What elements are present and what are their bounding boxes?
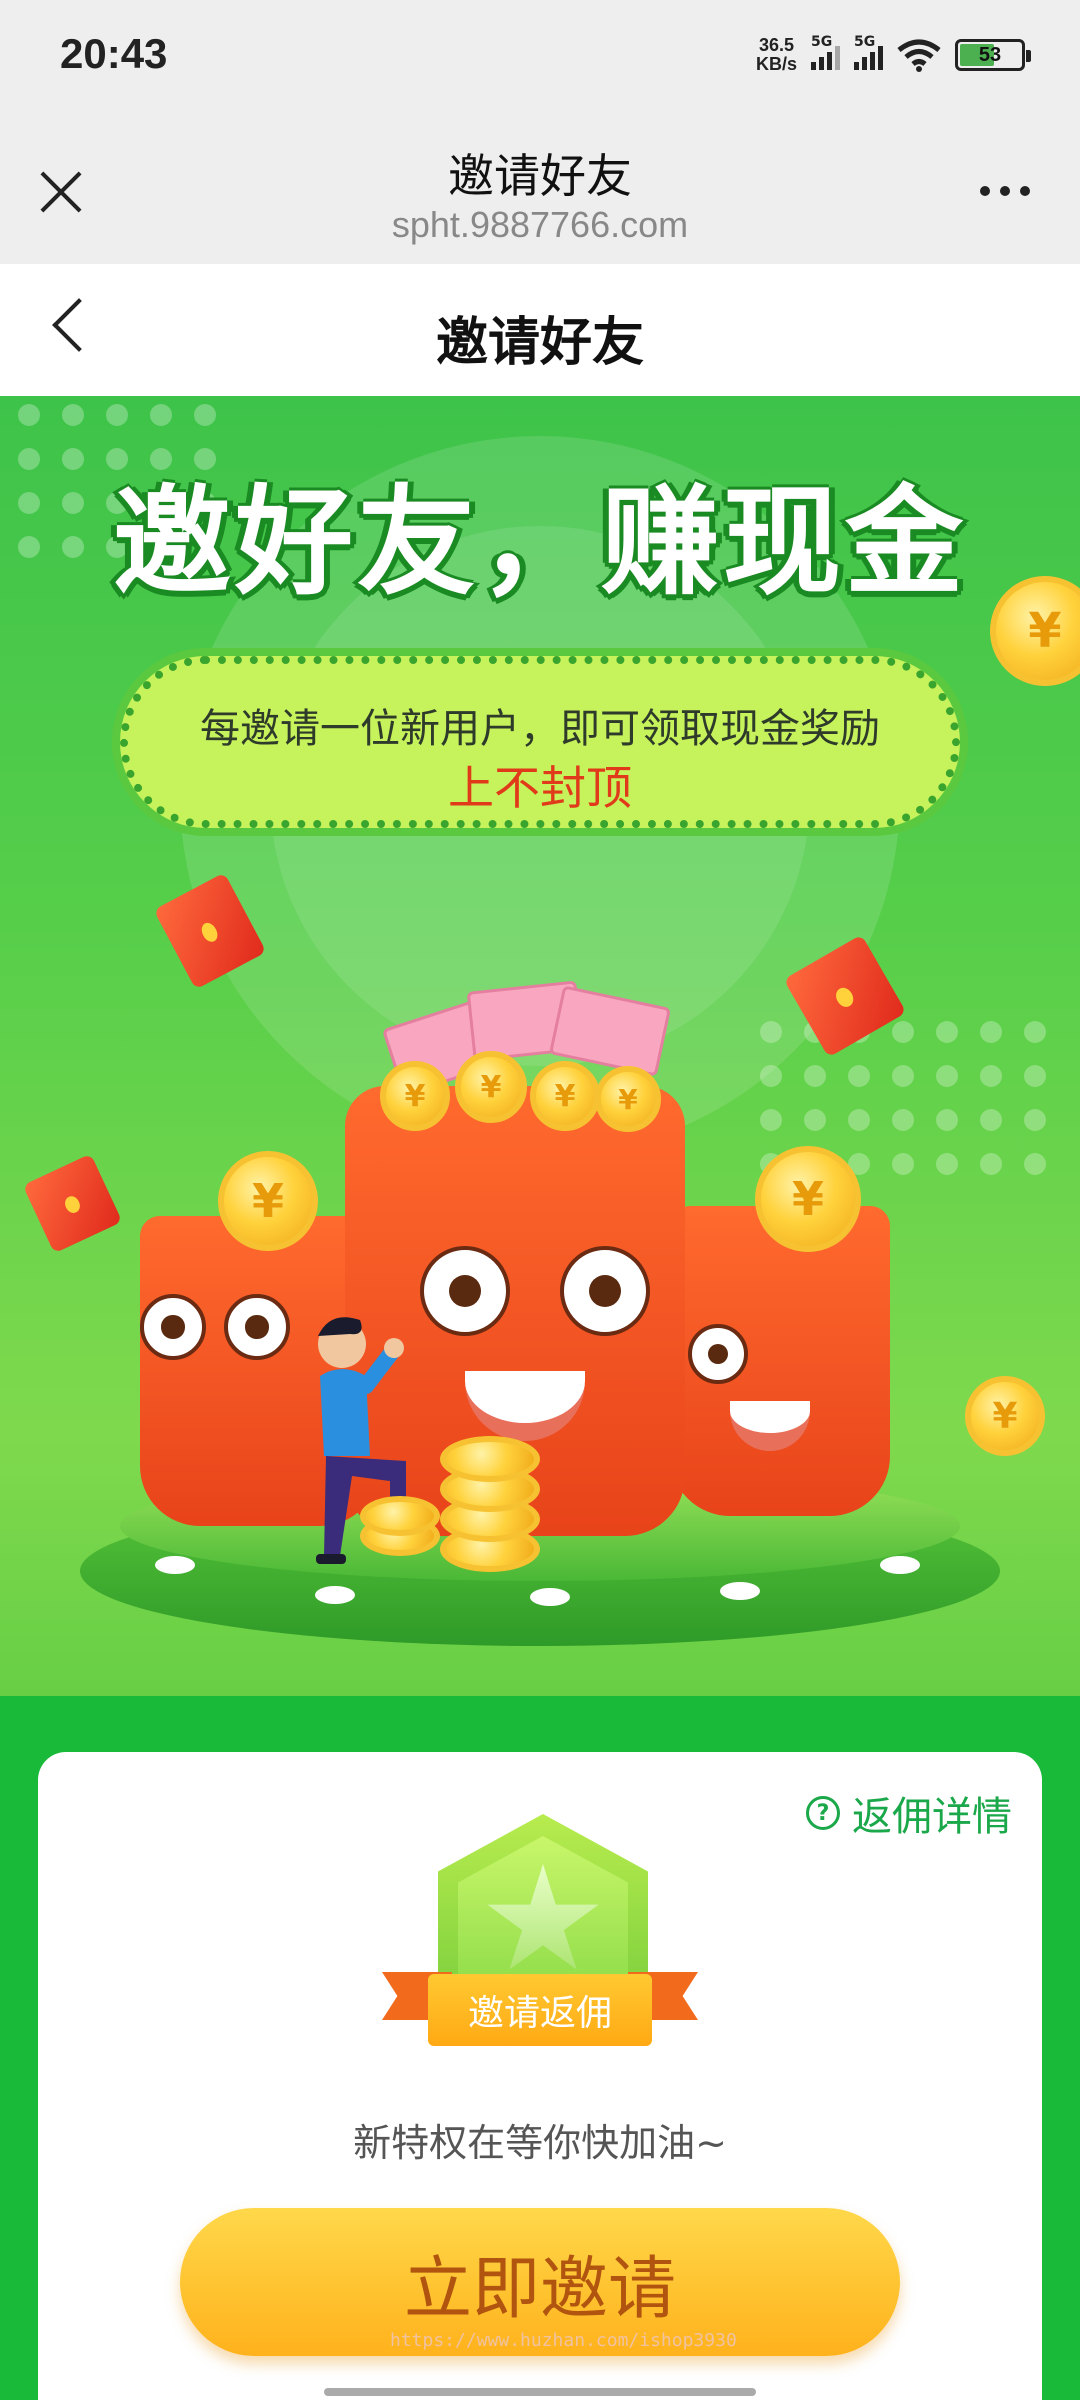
page-title: 邀请好友 <box>435 313 644 373</box>
red-envelope-icon <box>22 1153 123 1254</box>
invite-card: ? 返佣详情 邀请返佣 新特权在等你快加油~ 立即邀请 <box>38 1752 1042 2400</box>
hero-headline: 邀好友，赚现金 <box>112 473 967 611</box>
coin-icon: ¥ <box>595 1066 661 1132</box>
clock: 20:43 <box>60 30 168 77</box>
help-icon: ? <box>806 1796 840 1830</box>
stage-light <box>880 1556 920 1574</box>
character-eye <box>560 1246 650 1336</box>
character-eye <box>688 1324 748 1384</box>
reward-banner: 每邀请一位新用户，即可领取现金奖励 上不封顶 <box>120 656 960 828</box>
battery-icon: 53 <box>955 39 1031 71</box>
coin-icon: ¥ <box>455 1051 527 1123</box>
character-eye <box>140 1294 206 1360</box>
more-icon[interactable] <box>980 186 1030 196</box>
character-eye <box>224 1294 290 1360</box>
card-slogan: 新特权在等你快加油~ <box>353 2121 727 2165</box>
browser-bar: 邀请好友 spht.9887766.com <box>0 118 1080 264</box>
reward-description: 每邀请一位新用户，即可领取现金奖励 <box>200 706 880 752</box>
character-eye <box>420 1246 510 1336</box>
coin-stack <box>360 1496 440 1536</box>
rebate-details-label: 返佣详情 <box>852 1794 1012 1840</box>
coin-icon: ¥ <box>218 1151 318 1251</box>
rebate-badge: 邀请返佣 <box>382 1814 698 2074</box>
rebate-details-link[interactable]: ? 返佣详情 <box>806 1784 1012 1842</box>
hero-banner: 邀好友，赚现金 每邀请一位新用户，即可领取现金奖励 上不封顶 ¥ ¥ ¥ ¥ ¥… <box>0 396 1080 1696</box>
stage-light <box>530 1588 570 1606</box>
coin-icon: ¥ <box>380 1061 450 1131</box>
watermark: https://www.huzhan.com/ishop3930 <box>390 2330 737 2351</box>
person-illustration <box>316 1317 414 1564</box>
wifi-icon <box>897 39 941 72</box>
coin-stack <box>440 1436 540 1482</box>
browser-title: 邀请好友 <box>448 149 632 203</box>
coin-icon: ¥ <box>530 1061 600 1131</box>
signal-icon: 5G <box>811 34 840 70</box>
badge-label: 邀请返佣 <box>428 1974 652 2046</box>
coin-icon: ¥ <box>965 1376 1045 1456</box>
home-indicator[interactable] <box>324 2388 756 2396</box>
network-speed: 36.5 KB/s <box>755 35 797 74</box>
signal-icon: 5G <box>854 34 883 70</box>
status-icons: 36.5 KB/s 5G 5G 53 <box>755 34 1031 74</box>
stage-light <box>720 1582 760 1600</box>
coin-icon: ¥ <box>755 1146 861 1252</box>
reward-highlight: 上不封顶 <box>448 761 632 815</box>
status-bar: 20:43 36.5 KB/s 5G 5G 53 <box>0 0 1080 118</box>
stage-light <box>155 1556 195 1574</box>
page-header: 邀请好友 <box>0 264 1080 396</box>
browser-url: spht.9887766.com <box>391 204 689 245</box>
